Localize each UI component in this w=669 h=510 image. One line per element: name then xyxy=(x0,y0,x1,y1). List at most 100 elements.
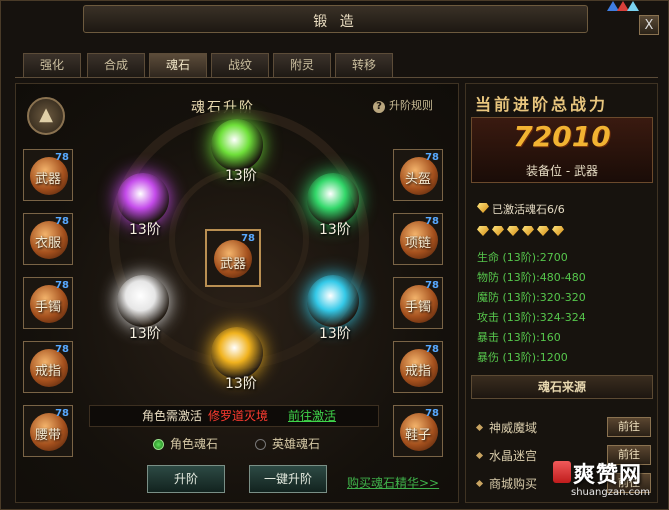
tab-synthesize[interactable]: 合成 xyxy=(87,53,145,77)
bullet-icon xyxy=(475,479,484,488)
stat-crit-damage: 暴伤 (13阶):1200 xyxy=(477,351,568,364)
help-label: 升阶规则 xyxy=(389,99,433,112)
stat-attack: 攻击 (13阶):324-324 xyxy=(477,311,586,324)
tab-transfer[interactable]: 转移 xyxy=(335,53,393,77)
orb-level-label: 13阶 xyxy=(129,326,161,342)
help-link[interactable]: ? 升阶规则 xyxy=(373,97,433,113)
slot-label: 头盔 xyxy=(404,172,431,187)
slot-shoes[interactable]: 78 鞋子 xyxy=(393,405,443,457)
slot-ring-left[interactable]: 78 戒指 xyxy=(23,341,73,393)
source-label: 水晶迷宫 xyxy=(489,449,538,463)
activation-requirement: 角色需激活 修罗道灭境 前往激活 xyxy=(89,405,379,427)
source-item: 神威魔域 xyxy=(475,419,538,436)
soulstone-orb-upper-left[interactable] xyxy=(117,173,169,225)
gem-icon xyxy=(477,203,489,213)
slot-bracelet-left[interactable]: 78 手镯 xyxy=(23,277,73,329)
soulstone-orb-upper-right[interactable] xyxy=(307,173,359,225)
slot-label: 戒指 xyxy=(404,364,431,379)
stat-hp: 生命 (13阶):2700 xyxy=(477,251,568,264)
slot-label: 武器 xyxy=(219,257,246,272)
orb-level-label: 13阶 xyxy=(319,222,351,238)
selected-equip-slot[interactable]: 78 武器 xyxy=(205,229,261,287)
source-item: 水晶迷宫 xyxy=(475,447,538,464)
go-activate-link[interactable]: 前往激活 xyxy=(288,406,336,426)
tab-battle-pattern[interactable]: 战纹 xyxy=(211,53,269,77)
stat-crit: 暴击 (13阶):160 xyxy=(477,331,561,344)
required-realm: 修罗道灭境 xyxy=(208,409,269,423)
watermark: 爽赞网 shuangzan.com xyxy=(553,457,663,507)
slot-level: 78 xyxy=(55,408,69,419)
gem-icon xyxy=(552,226,564,236)
slot-level: 78 xyxy=(55,344,69,355)
one-key-upgrade-button[interactable]: 一键升阶 xyxy=(249,465,327,493)
power-title: 当前进阶总战力 xyxy=(475,95,609,114)
title-bar: 锻 造 xyxy=(83,5,588,33)
gem-icon xyxy=(477,226,489,236)
radio-label: 角色魂石 xyxy=(170,437,219,451)
question-icon: ? xyxy=(373,101,385,113)
power-value: 72010 xyxy=(513,120,611,153)
slot-label: 戒指 xyxy=(34,364,61,379)
slot-bracelet-right[interactable]: 78 手镯 xyxy=(393,277,443,329)
slot-clothes[interactable]: 78 衣服 xyxy=(23,213,73,265)
soulstone-emblem-icon: ▲ xyxy=(27,97,65,135)
slot-label: 手镯 xyxy=(34,300,61,315)
activated-count: 已激活魂石6/6 xyxy=(477,201,565,217)
power-box: 72010 装备位 - 武器 xyxy=(471,117,653,183)
slot-helmet[interactable]: 78 头盔 xyxy=(393,149,443,201)
stat-magic-def: 魔防 (13阶):320-320 xyxy=(477,291,586,304)
stat-phys-def: 物防 (13阶):480-480 xyxy=(477,271,586,284)
radio-dot xyxy=(153,439,164,450)
slot-level: 78 xyxy=(241,233,255,244)
gems-decoration xyxy=(605,1,645,13)
activated-label: 已激活魂石6/6 xyxy=(492,203,565,216)
source-label: 神威魔域 xyxy=(489,421,538,435)
orb-level-label: 13阶 xyxy=(225,376,257,392)
gem-icon-row xyxy=(477,225,567,239)
slot-ring-right[interactable]: 78 戒指 xyxy=(393,341,443,393)
gem-icon xyxy=(537,226,549,236)
forge-window: 锻 造 X 强化 合成 魂石 战纹 附灵 转移 ▲ 魂石升阶 ? 升阶规则 78 武… xyxy=(0,0,669,510)
soulstone-orb-bottom[interactable] xyxy=(211,327,263,379)
tab-soulstone[interactable]: 魂石 xyxy=(149,53,207,77)
slot-belt[interactable]: 78 腰带 xyxy=(23,405,73,457)
soulstone-orb-lower-right[interactable] xyxy=(307,275,359,327)
slot-level: 78 xyxy=(55,216,69,227)
slot-label: 腰带 xyxy=(34,428,61,443)
tab-divider xyxy=(15,77,658,78)
orb-level-label: 13阶 xyxy=(225,168,257,184)
gem-icon xyxy=(522,226,534,236)
buy-essence-link[interactable]: 购买魂石精华>> xyxy=(347,474,439,491)
watermark-logo-icon xyxy=(553,461,571,483)
tab-enchant[interactable]: 附灵 xyxy=(273,53,331,77)
radio-role-soulstone[interactable]: 角色魂石 xyxy=(153,435,218,452)
slot-weapon[interactable]: 78 武器 xyxy=(23,149,73,201)
radio-dot xyxy=(255,439,266,450)
slot-level: 78 xyxy=(425,280,439,291)
radio-label: 英雄魂石 xyxy=(272,437,321,451)
slot-necklace[interactable]: 78 项链 xyxy=(393,213,443,265)
gem-icon xyxy=(507,226,519,236)
slot-label: 衣服 xyxy=(34,236,61,251)
soulstone-orb-lower-left[interactable] xyxy=(117,275,169,327)
gem-icon xyxy=(492,226,504,236)
slot-label: 武器 xyxy=(34,172,61,187)
slot-level: 78 xyxy=(425,408,439,419)
activation-prefix: 角色需激活 xyxy=(142,409,203,423)
upgrade-button[interactable]: 升阶 xyxy=(147,465,225,493)
close-button[interactable]: X xyxy=(639,15,659,35)
source-title: 魂石来源 xyxy=(471,375,653,399)
tab-strengthen[interactable]: 强化 xyxy=(23,53,81,77)
radio-hero-soulstone[interactable]: 英雄魂石 xyxy=(255,435,320,452)
slot-level: 78 xyxy=(425,344,439,355)
source-label: 商城购买 xyxy=(489,477,538,491)
slot-label: 手镯 xyxy=(404,300,431,315)
slot-level: 78 xyxy=(425,216,439,227)
slot-level: 78 xyxy=(55,152,69,163)
bullet-icon xyxy=(475,451,484,460)
window-title: 锻 造 xyxy=(313,14,358,30)
slot-level: 78 xyxy=(425,152,439,163)
slot-label: 鞋子 xyxy=(404,428,431,443)
go-button[interactable]: 前往 xyxy=(607,417,651,437)
soulstone-orb-top[interactable] xyxy=(211,119,263,171)
